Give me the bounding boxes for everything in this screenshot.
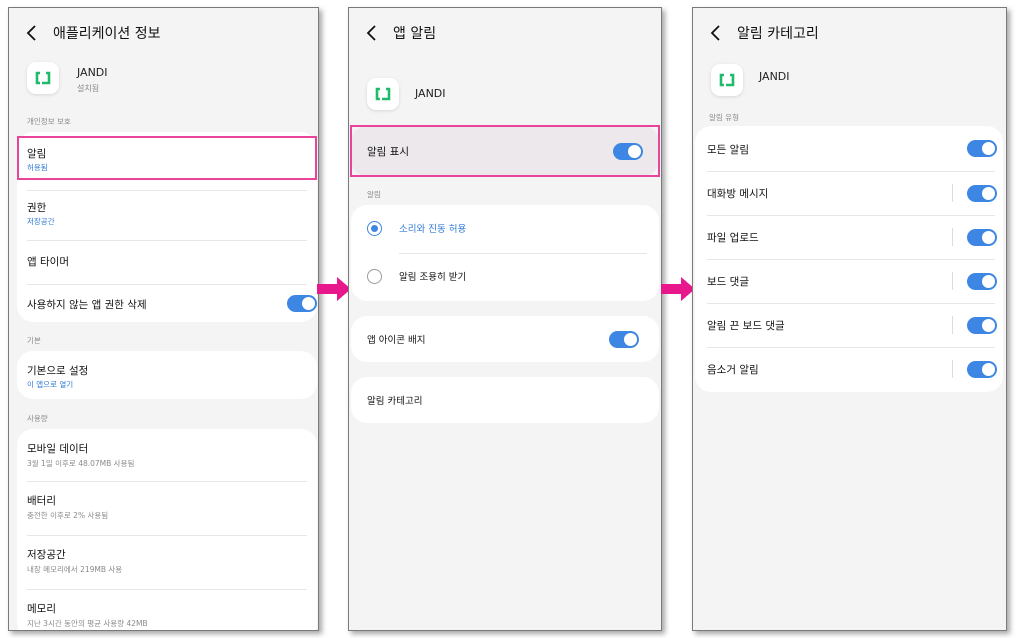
app-notifications-screen: 앱 알림 JANDI 알림 표시 알림 소리와 진동 허용 알림 조용히 받기 … bbox=[348, 7, 662, 631]
chevron-left-icon bbox=[710, 25, 720, 41]
radio-button[interactable] bbox=[367, 221, 382, 236]
category-row-file-upload[interactable]: 파일 업로드 bbox=[695, 215, 1003, 259]
category-label: 파일 업로드 bbox=[707, 232, 759, 244]
item-sub: 지난 3시간 동안의 평균 사용량 42MB bbox=[27, 619, 148, 628]
section-usage: 사용량 bbox=[27, 414, 48, 423]
item-label: 기본으로 설정 bbox=[27, 365, 89, 377]
app-icon-badge-toggle[interactable] bbox=[609, 331, 639, 348]
radio-label: 알림 조용히 받기 bbox=[399, 272, 467, 283]
section-types: 알림 유형 bbox=[709, 113, 739, 122]
category-toggle[interactable] bbox=[967, 273, 997, 290]
category-row-all[interactable]: 모든 알림 bbox=[695, 126, 1003, 170]
item-sub: 허용됨 bbox=[27, 163, 48, 172]
category-label: 알림 끈 보드 댓글 bbox=[707, 320, 785, 332]
categories-card: 모든 알림 대화방 메시지 파일 업로드 보드 댓글 알림 끈 보드 댓글 음소… bbox=[695, 126, 1003, 392]
show-notifications-toggle[interactable] bbox=[613, 143, 643, 160]
radio-option-silent[interactable]: 알림 조용히 받기 bbox=[351, 255, 659, 301]
jandi-logo-icon bbox=[27, 62, 59, 94]
list-item-remove-permissions[interactable]: 사용하지 않는 앱 권한 삭제 bbox=[17, 284, 317, 322]
item-sub: 저장공간 bbox=[27, 217, 55, 226]
category-toggle[interactable] bbox=[967, 361, 997, 378]
back-button[interactable] bbox=[701, 18, 731, 48]
page-title: 알림 카테고리 bbox=[737, 26, 819, 42]
item-sub: 이 앱으로 열기 bbox=[27, 380, 74, 389]
remove-permissions-toggle[interactable] bbox=[287, 295, 317, 312]
list-item-mobile-data[interactable]: 모바일 데이터 3월 1일 이후로 48.07MB 사용됨 bbox=[17, 429, 317, 479]
right-arrow-icon bbox=[661, 277, 695, 301]
back-button[interactable] bbox=[357, 18, 387, 48]
show-notifications-label: 알림 표시 bbox=[367, 146, 409, 158]
category-label: 음소거 알림 bbox=[707, 364, 759, 376]
radio-option-sound[interactable]: 소리와 진동 허용 bbox=[351, 205, 659, 251]
radio-label: 소리와 진동 허용 bbox=[399, 224, 467, 235]
category-row-muted-board-comments[interactable]: 알림 끈 보드 댓글 bbox=[695, 303, 1003, 347]
show-notifications-row[interactable]: 알림 표시 bbox=[351, 126, 659, 176]
right-arrow-icon bbox=[317, 277, 351, 301]
app-info-screen: 애플리케이션 정보 JANDI 설치됨 개인정보 보호 알림 허용됨 권한 저장… bbox=[8, 7, 319, 631]
notification-categories-screen: 알림 카테고리 JANDI 알림 유형 모든 알림 대화방 메시지 파일 업로드… bbox=[692, 7, 1007, 631]
category-row-muted-alerts[interactable]: 음소거 알림 bbox=[695, 347, 1003, 391]
section-default: 기본 bbox=[27, 336, 41, 345]
item-sub: 충전한 이후로 2% 사용됨 bbox=[27, 511, 109, 520]
usage-card: 모바일 데이터 3월 1일 이후로 48.07MB 사용됨 배터리 충전한 이후… bbox=[17, 429, 317, 630]
header: 알림 카테고리 bbox=[693, 18, 819, 48]
list-item-memory[interactable]: 메모리 지난 3시간 동안의 평균 사용량 42MB bbox=[17, 589, 317, 630]
app-name: JANDI bbox=[77, 66, 108, 79]
item-label: 앱 타이머 bbox=[27, 256, 69, 268]
category-row-board-comments[interactable]: 보드 댓글 bbox=[695, 259, 1003, 303]
item-sub: 3월 1일 이후로 48.07MB 사용됨 bbox=[27, 459, 135, 468]
item-label: 권한 bbox=[27, 202, 47, 214]
category-label: 모든 알림 bbox=[707, 144, 749, 156]
list-item-notifications[interactable]: 알림 허용됨 bbox=[17, 136, 317, 182]
category-row-messages[interactable]: 대화방 메시지 bbox=[695, 171, 1003, 215]
item-sub: 내장 메모리에서 219MB 사용 bbox=[27, 565, 123, 574]
list-item-set-default[interactable]: 기본으로 설정 이 앱으로 열기 bbox=[17, 351, 317, 399]
item-label: 배터리 bbox=[27, 495, 56, 507]
chevron-left-icon bbox=[366, 25, 376, 41]
app-status: 설치됨 bbox=[77, 84, 100, 93]
header: 앱 알림 bbox=[349, 18, 436, 48]
list-item-storage[interactable]: 저장공간 내장 메모리에서 219MB 사용 bbox=[17, 535, 317, 587]
item-label: 모바일 데이터 bbox=[27, 443, 89, 455]
category-label: 대화방 메시지 bbox=[707, 188, 769, 200]
item-label: 메모리 bbox=[27, 603, 56, 615]
list-item-permissions[interactable]: 권한 저장공간 bbox=[17, 190, 317, 236]
default-card: 기본으로 설정 이 앱으로 열기 bbox=[17, 351, 317, 399]
back-button[interactable] bbox=[17, 18, 47, 48]
privacy-card: 알림 허용됨 권한 저장공간 앱 타이머 사용하지 않는 앱 권한 삭제 bbox=[17, 132, 317, 322]
app-icon-badge-row[interactable]: 앱 아이콘 배지 bbox=[351, 316, 659, 362]
app-icon-badge-label: 앱 아이콘 배지 bbox=[367, 335, 426, 346]
item-label: 사용하지 않는 앱 권한 삭제 bbox=[27, 299, 147, 311]
app-name: JANDI bbox=[759, 70, 790, 83]
category-toggle[interactable] bbox=[967, 229, 997, 246]
category-toggle[interactable] bbox=[967, 140, 997, 157]
category-label: 보드 댓글 bbox=[707, 276, 749, 288]
item-label: 알림 bbox=[27, 148, 47, 160]
list-item-app-timer[interactable]: 앱 타이머 bbox=[17, 240, 317, 282]
list-item-battery[interactable]: 배터리 충전한 이후로 2% 사용됨 bbox=[17, 481, 317, 533]
category-toggle[interactable] bbox=[967, 317, 997, 334]
header: 애플리케이션 정보 bbox=[9, 18, 161, 48]
page-title: 앱 알림 bbox=[393, 26, 437, 42]
page-title: 애플리케이션 정보 bbox=[53, 26, 161, 42]
app-name: JANDI bbox=[415, 87, 446, 100]
chevron-left-icon bbox=[26, 25, 36, 41]
alert-type-card: 소리와 진동 허용 알림 조용히 받기 bbox=[351, 205, 659, 301]
notification-categories-label: 알림 카테고리 bbox=[367, 396, 423, 407]
notification-categories-row[interactable]: 알림 카테고리 bbox=[351, 377, 659, 423]
category-toggle[interactable] bbox=[967, 185, 997, 202]
radio-button[interactable] bbox=[367, 269, 382, 284]
jandi-logo-icon bbox=[367, 78, 399, 110]
section-privacy: 개인정보 보호 bbox=[27, 117, 71, 126]
jandi-logo-icon bbox=[711, 64, 743, 96]
section-alerts: 알림 bbox=[367, 190, 381, 199]
item-label: 저장공간 bbox=[27, 549, 66, 561]
